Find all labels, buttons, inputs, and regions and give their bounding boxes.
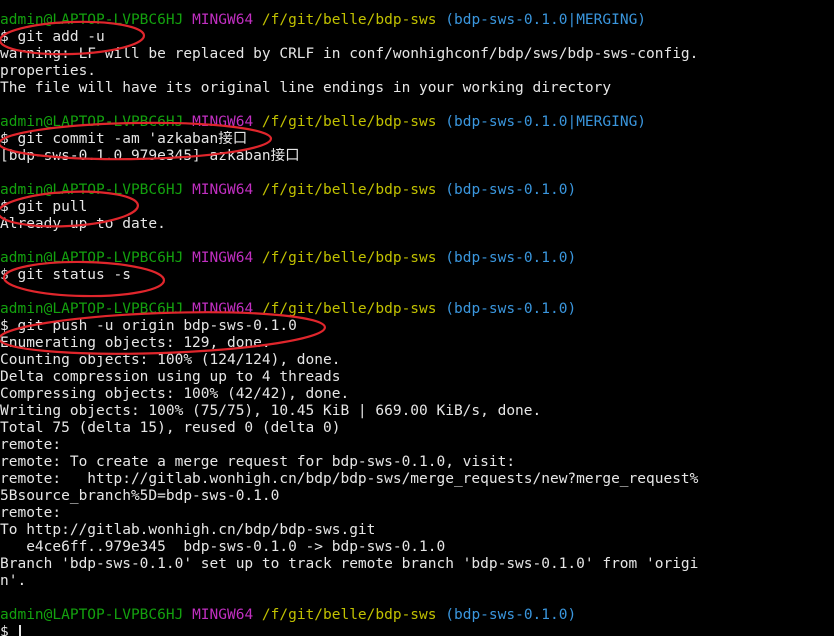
prompt-env: MINGW64 (192, 182, 254, 198)
terminal-window[interactable]: admin@LAPTOP-LVPBC6HJ MINGW64 /f/git/bel… (0, 0, 834, 636)
output-line: e4ce6ff..979e345 bdp-sws-0.1.0 -> bdp-sw… (0, 539, 834, 556)
prompt-line: admin@LAPTOP-LVPBC6HJ MINGW64 /f/git/bel… (0, 182, 834, 199)
output-line: [bdp-sws-0.1.0 979e345] azkaban接口 (0, 148, 834, 165)
prompt-branch: (bdp-sws-0.1.0) (445, 250, 577, 266)
prompt-env: MINGW64 (192, 114, 254, 130)
output-line: properties. (0, 63, 834, 80)
prompt-path: /f/git/belle/bdp-sws (261, 114, 437, 130)
command-line: $ git commit -am 'azkaban接口 (0, 131, 834, 148)
output-text: Branch 'bdp-sws-0.1.0' set up to track r… (0, 556, 699, 572)
prompt-path: /f/git/belle/bdp-sws (261, 182, 437, 198)
prompt-user-host: admin@LAPTOP-LVPBC6HJ (0, 12, 184, 28)
prompt-user-host: admin@LAPTOP-LVPBC6HJ (0, 182, 184, 198)
prompt-user-host: admin@LAPTOP-LVPBC6HJ (0, 607, 184, 623)
output-text: Enumerating objects: 129, done. (0, 335, 271, 351)
command-text: $ git commit -am 'azkaban接口 (0, 131, 248, 147)
prompt-env: MINGW64 (192, 607, 254, 623)
prompt-branch: (bdp-sws-0.1.0) (445, 301, 577, 317)
output-line: The file will have its original line end… (0, 80, 834, 97)
output-text: To http://gitlab.wonhigh.cn/bdp/bdp-sws.… (0, 522, 376, 538)
prompt-line: admin@LAPTOP-LVPBC6HJ MINGW64 /f/git/bel… (0, 12, 834, 29)
output-line: Counting objects: 100% (124/124), done. (0, 352, 834, 369)
command-line: $ git add -u (0, 29, 834, 46)
prompt-branch: (bdp-sws-0.1.0) (445, 182, 577, 198)
command-input-line[interactable]: $ (0, 624, 834, 636)
output-line: Compressing objects: 100% (42/42), done. (0, 386, 834, 403)
output-line: To http://gitlab.wonhigh.cn/bdp/bdp-sws.… (0, 522, 834, 539)
prompt-line: admin@LAPTOP-LVPBC6HJ MINGW64 /f/git/bel… (0, 250, 834, 267)
output-line: Total 75 (delta 15), reused 0 (delta 0) (0, 420, 834, 437)
prompt-branch: (bdp-sws-0.1.0|MERGING) (445, 114, 647, 130)
output-text: remote: http://gitlab.wonhigh.cn/bdp/bdp… (0, 471, 699, 487)
command-prompt-symbol: $ (0, 624, 18, 636)
output-text: remote: (0, 437, 62, 453)
output-line: remote: (0, 437, 834, 454)
output-text: 5Bsource_branch%5D=bdp-sws-0.1.0 (0, 488, 280, 504)
command-text: $ git pull (0, 199, 88, 215)
prompt-branch: (bdp-sws-0.1.0) (445, 607, 577, 623)
output-text: n'. (0, 573, 27, 589)
prompt-user-host: admin@LAPTOP-LVPBC6HJ (0, 250, 184, 266)
command-text: $ git push -u origin bdp-sws-0.1.0 (0, 318, 297, 334)
output-text: Writing objects: 100% (75/75), 10.45 KiB… (0, 403, 542, 419)
output-text: Already up to date. (0, 216, 166, 232)
output-text: Total 75 (delta 15), reused 0 (delta 0) (0, 420, 341, 436)
output-line: remote: To create a merge request for bd… (0, 454, 834, 471)
output-text: remote: (0, 505, 62, 521)
command-text: $ git add -u (0, 29, 105, 45)
output-text: [bdp-sws-0.1.0 979e345] azkaban接口 (0, 148, 300, 164)
text-cursor (19, 625, 22, 636)
prompt-path: /f/git/belle/bdp-sws (261, 301, 437, 317)
prompt-branch: (bdp-sws-0.1.0|MERGING) (445, 12, 647, 28)
output-text: Delta compression using up to 4 threads (0, 369, 341, 385)
output-text: warning: LF will be replaced by CRLF in … (0, 46, 699, 62)
command-line: $ git status -s (0, 267, 834, 284)
prompt-user-host: admin@LAPTOP-LVPBC6HJ (0, 114, 184, 130)
output-text: remote: To create a merge request for bd… (0, 454, 516, 470)
output-text: The file will have its original line end… (0, 80, 612, 96)
output-line: remote: http://gitlab.wonhigh.cn/bdp/bdp… (0, 471, 834, 488)
prompt-line: admin@LAPTOP-LVPBC6HJ MINGW64 /f/git/bel… (0, 607, 834, 624)
output-text: e4ce6ff..979e345 bdp-sws-0.1.0 -> bdp-sw… (0, 539, 446, 555)
command-line: $ git pull (0, 199, 834, 216)
output-line: n'. (0, 573, 834, 590)
prompt-user-host: admin@LAPTOP-LVPBC6HJ (0, 301, 184, 317)
output-text: Compressing objects: 100% (42/42), done. (0, 386, 350, 402)
output-line: Delta compression using up to 4 threads (0, 369, 834, 386)
output-text: properties. (0, 63, 97, 79)
prompt-path: /f/git/belle/bdp-sws (261, 607, 437, 623)
prompt-env: MINGW64 (192, 12, 254, 28)
prompt-env: MINGW64 (192, 250, 254, 266)
output-line: remote: (0, 505, 834, 522)
output-line: 5Bsource_branch%5D=bdp-sws-0.1.0 (0, 488, 834, 505)
output-line: Writing objects: 100% (75/75), 10.45 KiB… (0, 403, 834, 420)
output-line: Enumerating objects: 129, done. (0, 335, 834, 352)
prompt-line: admin@LAPTOP-LVPBC6HJ MINGW64 /f/git/bel… (0, 301, 834, 318)
command-line: $ git push -u origin bdp-sws-0.1.0 (0, 318, 834, 335)
output-line: warning: LF will be replaced by CRLF in … (0, 46, 834, 63)
prompt-path: /f/git/belle/bdp-sws (261, 12, 437, 28)
prompt-line: admin@LAPTOP-LVPBC6HJ MINGW64 /f/git/bel… (0, 114, 834, 131)
output-text: Counting objects: 100% (124/124), done. (0, 352, 341, 368)
output-line: Branch 'bdp-sws-0.1.0' set up to track r… (0, 556, 834, 573)
command-text: $ git status -s (0, 267, 131, 283)
output-line: Already up to date. (0, 216, 834, 233)
prompt-env: MINGW64 (192, 301, 254, 317)
prompt-path: /f/git/belle/bdp-sws (261, 250, 437, 266)
